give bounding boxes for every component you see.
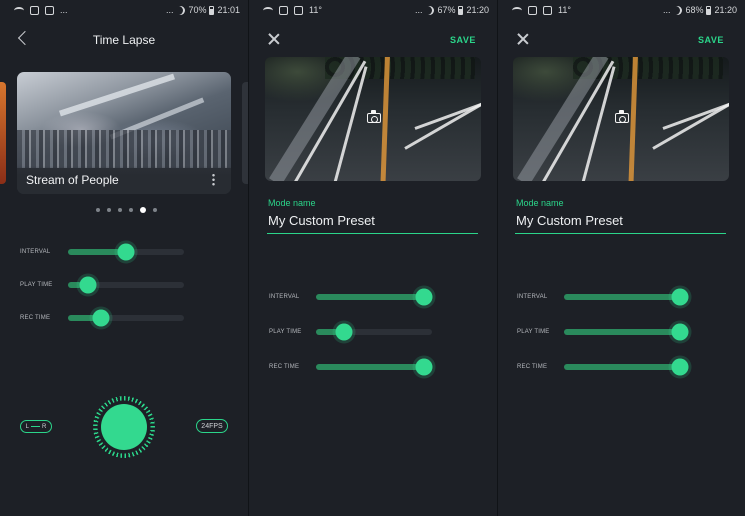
slider-thumb[interactable] bbox=[671, 288, 688, 306]
image-icon bbox=[294, 5, 303, 15]
slider-label: REC TIME bbox=[269, 364, 300, 370]
slider-label: INTERVAL bbox=[517, 294, 548, 300]
carousel-dot[interactable] bbox=[140, 207, 146, 213]
save-button[interactable]: SAVE bbox=[698, 35, 724, 45]
temperature: 11° bbox=[558, 5, 571, 15]
camera-icon[interactable] bbox=[367, 110, 381, 123]
battery-percent: 67% bbox=[437, 5, 456, 15]
sim-icon bbox=[279, 5, 288, 15]
slider-track[interactable] bbox=[68, 243, 184, 261]
preset-photo bbox=[17, 72, 231, 168]
battery-icon bbox=[458, 5, 464, 15]
carousel-dot[interactable] bbox=[107, 208, 111, 212]
mode-name-input[interactable] bbox=[515, 212, 726, 234]
status-extra: ... bbox=[662, 5, 671, 15]
slider-track[interactable] bbox=[564, 358, 688, 376]
clock: 21:20 bbox=[714, 5, 737, 15]
fps-badge[interactable]: 24FPS bbox=[196, 419, 228, 433]
image-icon bbox=[45, 5, 54, 15]
direction-left-label: L bbox=[25, 423, 29, 430]
wifi-icon bbox=[512, 6, 522, 14]
carousel-dot[interactable] bbox=[153, 208, 157, 212]
preset-card[interactable]: Stream of People bbox=[17, 72, 231, 194]
slider-label: PLAY TIME bbox=[517, 329, 550, 335]
carousel-dots bbox=[96, 207, 157, 213]
more-icon[interactable] bbox=[212, 173, 215, 186]
preset-photo[interactable] bbox=[265, 57, 481, 181]
slider-fill bbox=[564, 294, 688, 300]
shutter-button[interactable] bbox=[101, 404, 147, 450]
page-title: Time Lapse bbox=[92, 33, 156, 47]
slider-track[interactable] bbox=[564, 288, 688, 306]
close-icon[interactable] bbox=[268, 33, 280, 45]
slider-label: REC TIME bbox=[20, 315, 51, 321]
status-bar: 11° ... 67% 21:20 bbox=[249, 0, 497, 20]
slider-thumb[interactable] bbox=[117, 243, 135, 261]
slider-track[interactable] bbox=[316, 288, 432, 306]
slider-track[interactable] bbox=[316, 323, 432, 341]
moon-icon bbox=[176, 6, 185, 15]
image-icon bbox=[543, 5, 552, 15]
edit-preset-screen: 11° ... 68% 21:20 SAVE Mode name INTERVA… bbox=[498, 0, 745, 516]
status-extra: ... bbox=[414, 5, 423, 15]
slider-fill bbox=[564, 329, 688, 335]
carousel-dot[interactable] bbox=[129, 208, 133, 212]
slider-thumb[interactable] bbox=[92, 309, 110, 327]
carousel-dot[interactable] bbox=[96, 208, 100, 212]
previous-card-peek[interactable] bbox=[0, 82, 6, 184]
slider-track[interactable] bbox=[68, 309, 184, 327]
sim-icon bbox=[528, 5, 537, 15]
direction-toggle[interactable]: L R bbox=[20, 420, 52, 433]
status-extra: ... bbox=[165, 5, 174, 15]
close-icon[interactable] bbox=[517, 33, 529, 45]
direction-right-label: R bbox=[42, 423, 47, 430]
battery-percent: 68% bbox=[685, 5, 704, 15]
slider-thumb[interactable] bbox=[335, 323, 353, 341]
slider-label: INTERVAL bbox=[20, 249, 51, 255]
wifi-icon bbox=[14, 6, 24, 14]
clock: 21:20 bbox=[466, 5, 489, 15]
camera-icon[interactable] bbox=[615, 110, 629, 123]
battery-percent: 70% bbox=[188, 5, 207, 15]
status-more-text: ... bbox=[60, 5, 68, 15]
moon-icon bbox=[425, 6, 434, 15]
save-button[interactable]: SAVE bbox=[450, 35, 476, 45]
slider-thumb[interactable] bbox=[79, 276, 97, 294]
slider-track[interactable] bbox=[316, 358, 432, 376]
clock: 21:01 bbox=[217, 5, 240, 15]
slider-label: PLAY TIME bbox=[269, 329, 302, 335]
arrow-right-icon bbox=[31, 426, 40, 427]
carousel-dot[interactable] bbox=[118, 208, 122, 212]
sim-icon bbox=[30, 5, 39, 15]
slider-label: REC TIME bbox=[517, 364, 548, 370]
preset-photo[interactable] bbox=[513, 57, 729, 181]
time-lapse-screen: ... ... 70% 21:01 Time Lapse Stream of P… bbox=[0, 0, 248, 516]
slider-fill bbox=[564, 364, 688, 370]
slider-track[interactable] bbox=[68, 276, 184, 294]
battery-icon bbox=[209, 5, 215, 15]
slider-thumb[interactable] bbox=[415, 358, 432, 376]
preset-card-title: Stream of People bbox=[26, 173, 119, 187]
next-card-peek[interactable] bbox=[242, 82, 248, 184]
moon-icon bbox=[673, 6, 682, 15]
slider-thumb[interactable] bbox=[671, 323, 688, 341]
battery-icon bbox=[706, 5, 712, 15]
wifi-icon bbox=[263, 6, 273, 14]
slider-track[interactable] bbox=[564, 323, 688, 341]
slider-thumb[interactable] bbox=[415, 288, 432, 306]
edit-preset-screen: 11° ... 67% 21:20 SAVE Mode name INTERVA… bbox=[249, 0, 497, 516]
slider-label: INTERVAL bbox=[269, 294, 300, 300]
status-bar: ... ... 70% 21:01 bbox=[0, 0, 248, 20]
mode-name-label: Mode name bbox=[268, 198, 316, 208]
slider-thumb[interactable] bbox=[671, 358, 688, 376]
status-bar: 11° ... 68% 21:20 bbox=[498, 0, 745, 20]
temperature: 11° bbox=[309, 5, 322, 15]
mode-name-input[interactable] bbox=[267, 212, 478, 234]
mode-name-label: Mode name bbox=[516, 198, 564, 208]
slider-label: PLAY TIME bbox=[20, 282, 53, 288]
